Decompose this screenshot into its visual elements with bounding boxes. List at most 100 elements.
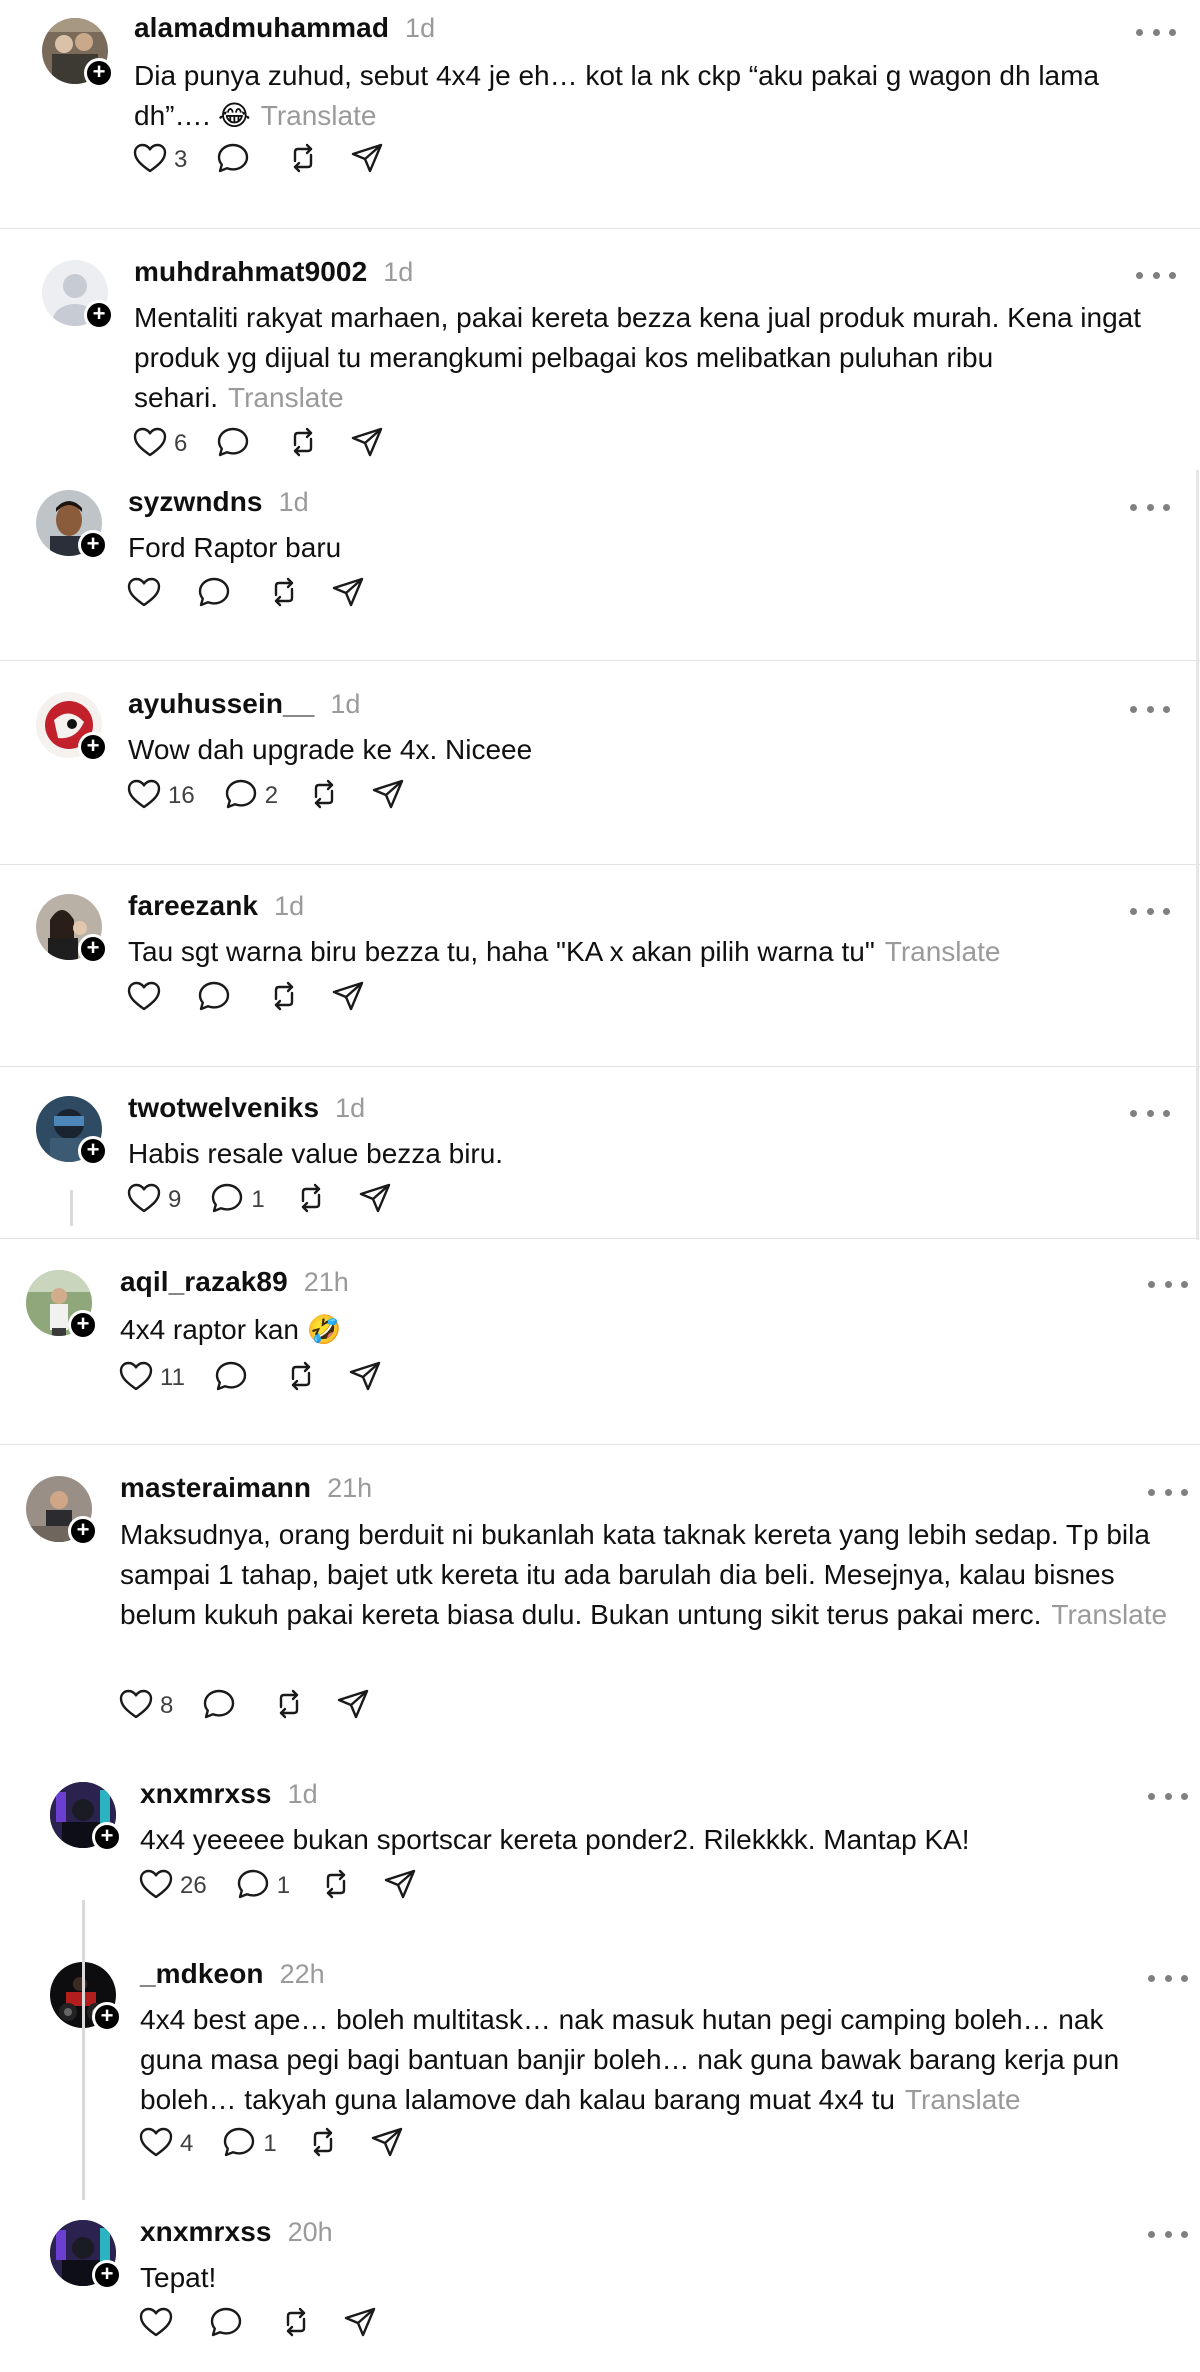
like-button[interactable]: 4 <box>138 2124 193 2165</box>
username[interactable]: masteraimann <box>120 1472 311 1504</box>
username[interactable]: _mdkeon <box>140 1958 264 1990</box>
more-options-icon[interactable] <box>1148 1786 1188 1806</box>
avatar[interactable]: + <box>26 1476 98 1546</box>
reply-button[interactable] <box>201 1686 243 1727</box>
reply-button[interactable] <box>208 2304 250 2345</box>
more-options-icon[interactable] <box>1130 699 1170 719</box>
follow-plus-icon[interactable]: + <box>92 2002 122 2032</box>
more-options-icon[interactable] <box>1148 1968 1188 1988</box>
share-button[interactable] <box>349 140 385 181</box>
repost-button[interactable] <box>283 1358 319 1399</box>
follow-plus-icon[interactable]: + <box>84 58 114 88</box>
reply-button[interactable] <box>196 574 238 615</box>
repost-button[interactable] <box>306 776 342 817</box>
share-button[interactable] <box>369 2124 405 2165</box>
share-button[interactable] <box>347 1358 383 1399</box>
follow-plus-icon[interactable]: + <box>68 1310 98 1340</box>
reply-button[interactable] <box>215 424 257 465</box>
avatar[interactable]: + <box>36 1096 108 1166</box>
like-button[interactable]: 26 <box>138 1866 207 1907</box>
like-button[interactable] <box>126 978 168 1019</box>
username[interactable]: aqil_razak89 <box>120 1266 288 1298</box>
avatar[interactable]: + <box>50 2220 122 2290</box>
share-button[interactable] <box>342 2304 378 2345</box>
like-button[interactable] <box>126 574 168 615</box>
more-options-icon[interactable] <box>1130 1103 1170 1123</box>
like-button[interactable]: 11 <box>118 1358 185 1399</box>
like-count: 3 <box>174 146 188 173</box>
username[interactable]: muhdrahmat9002 <box>134 256 367 288</box>
like-button[interactable]: 16 <box>126 776 195 817</box>
repost-icon <box>293 1180 329 1221</box>
username[interactable]: xnxmrxss <box>140 1778 272 1810</box>
share-button[interactable] <box>335 1686 371 1727</box>
reply-button[interactable]: 1 <box>221 2124 277 2165</box>
username[interactable]: xnxmrxss <box>140 2216 272 2248</box>
more-options-icon[interactable] <box>1130 901 1170 921</box>
repost-button[interactable] <box>285 424 321 465</box>
reply-button[interactable]: 1 <box>209 1180 265 1221</box>
repost-button[interactable] <box>305 2124 341 2165</box>
repost-button[interactable] <box>266 574 302 615</box>
repost-button[interactable] <box>278 2304 314 2345</box>
username[interactable]: twotwelveniks <box>128 1092 319 1124</box>
reply-button[interactable] <box>215 140 257 181</box>
avatar[interactable]: + <box>36 490 108 560</box>
like-button[interactable] <box>138 2304 180 2345</box>
repost-button[interactable] <box>285 140 321 181</box>
comment-text: 4x4 raptor kan 🤣 <box>120 1314 342 1345</box>
avatar[interactable]: + <box>36 692 108 762</box>
translate-link[interactable]: Translate <box>905 2084 1021 2115</box>
share-button[interactable] <box>349 424 385 465</box>
share-button[interactable] <box>357 1180 393 1221</box>
more-options-icon[interactable] <box>1148 1274 1188 1294</box>
thread-line <box>82 1900 85 2200</box>
repost-button[interactable] <box>266 978 302 1019</box>
username[interactable]: syzwndns <box>128 486 263 518</box>
like-count: 4 <box>180 2130 194 2157</box>
repost-button[interactable] <box>271 1686 307 1727</box>
more-options-icon[interactable] <box>1148 2224 1188 2244</box>
follow-plus-icon[interactable]: + <box>92 2260 122 2290</box>
follow-plus-icon[interactable]: + <box>84 300 114 330</box>
reply-button[interactable] <box>213 1358 255 1399</box>
share-button[interactable] <box>382 1866 418 1907</box>
more-options-icon[interactable] <box>1148 1482 1188 1502</box>
reply-button[interactable]: 2 <box>223 776 278 817</box>
follow-plus-icon[interactable]: + <box>78 1136 108 1166</box>
comment-text: 4x4 yeeeee bukan sportscar kereta ponder… <box>140 1824 970 1855</box>
reply-button[interactable]: 1 <box>235 1866 290 1907</box>
avatar[interactable]: + <box>42 18 114 88</box>
avatar[interactable]: + <box>26 1270 98 1340</box>
follow-plus-icon[interactable]: + <box>78 934 108 964</box>
like-button[interactable]: 8 <box>118 1686 173 1727</box>
like-button[interactable]: 9 <box>126 1180 181 1221</box>
translate-link[interactable]: Translate <box>228 382 344 413</box>
follow-plus-icon[interactable]: + <box>78 530 108 560</box>
more-options-icon[interactable] <box>1136 22 1176 42</box>
translate-link[interactable]: Translate <box>1051 1599 1167 1630</box>
translate-link[interactable]: Translate <box>261 100 377 131</box>
repost-button[interactable] <box>293 1180 329 1221</box>
follow-plus-icon[interactable]: + <box>92 1822 122 1852</box>
share-button[interactable] <box>370 776 406 817</box>
reply-button[interactable] <box>196 978 238 1019</box>
heart-icon <box>118 1686 154 1727</box>
more-options-icon[interactable] <box>1130 497 1170 517</box>
follow-plus-icon[interactable]: + <box>78 732 108 762</box>
repost-button[interactable] <box>318 1866 354 1907</box>
translate-link[interactable]: Translate <box>885 936 1001 967</box>
username[interactable]: ayuhussein__ <box>128 688 314 720</box>
username[interactable]: alamadmuhammad <box>134 12 389 44</box>
username[interactable]: fareezank <box>128 890 258 922</box>
avatar[interactable]: + <box>36 894 108 964</box>
share-button[interactable] <box>330 574 366 615</box>
share-button[interactable] <box>330 978 366 1019</box>
avatar[interactable]: + <box>50 1782 122 1852</box>
timestamp: 21h <box>303 1267 349 1297</box>
like-button[interactable]: 6 <box>132 424 187 465</box>
avatar[interactable]: + <box>42 260 114 330</box>
follow-plus-icon[interactable]: + <box>68 1516 98 1546</box>
more-options-icon[interactable] <box>1136 265 1176 285</box>
like-button[interactable]: 3 <box>132 140 187 181</box>
